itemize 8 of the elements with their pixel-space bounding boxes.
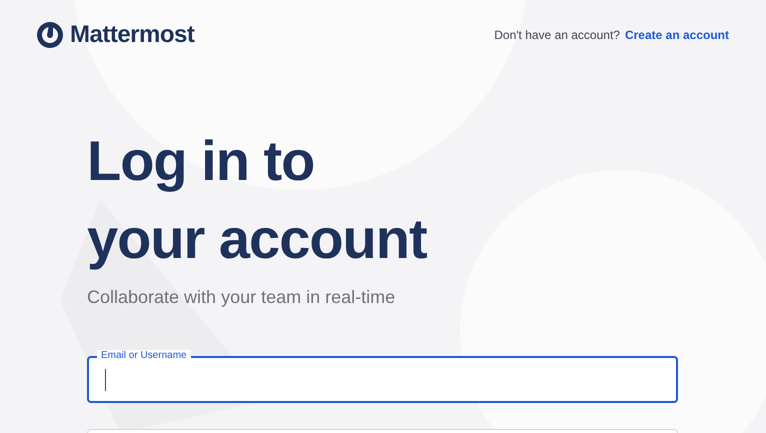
text-cursor xyxy=(105,368,106,390)
page-title: Log in to xyxy=(87,128,314,194)
page-title: your account xyxy=(87,206,427,272)
signup-prompt: Don't have an account? xyxy=(494,27,620,44)
create-account-link[interactable]: Create an account xyxy=(624,26,729,44)
logo-icon xyxy=(36,21,64,49)
logo-text: Mattermost xyxy=(70,20,194,50)
subtitle: Collaborate with your team in real-time xyxy=(87,286,396,309)
